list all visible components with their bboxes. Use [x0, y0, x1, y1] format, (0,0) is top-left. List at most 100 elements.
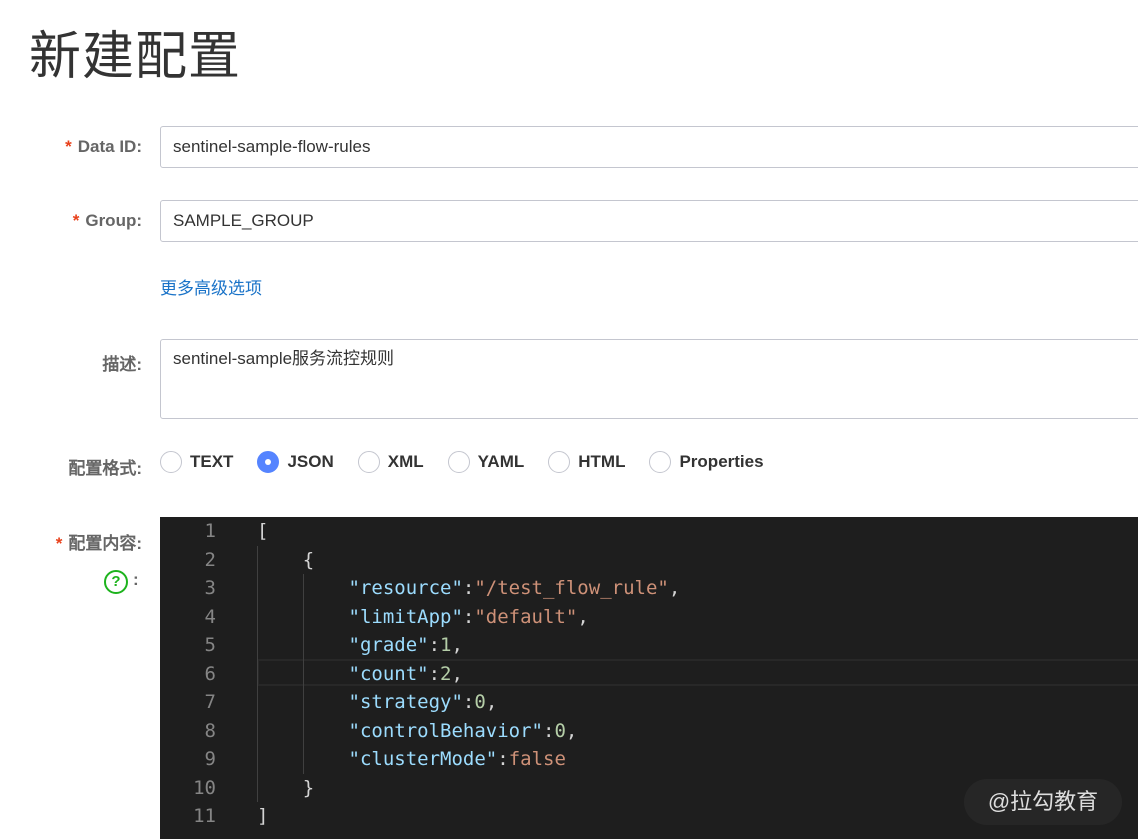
format-radio-xml[interactable]: XML: [357, 451, 424, 473]
data-id-label-text: Data ID:: [77, 137, 142, 156]
code-token: "default": [474, 605, 578, 628]
line-number: 10: [193, 776, 216, 799]
line-number: 11: [193, 805, 216, 827]
code-token: }: [302, 776, 315, 799]
code-line: 7 "strategy":0,: [160, 688, 1138, 717]
code-line: 2{: [160, 546, 1138, 575]
code-token: :: [542, 719, 555, 742]
format-radio-text[interactable]: TEXT: [160, 451, 233, 473]
code-token: "resource": [348, 577, 463, 599]
line-number: 8: [204, 719, 216, 742]
code-text: [: [257, 517, 268, 546]
code-token: :: [428, 662, 441, 685]
line-number: 1: [204, 520, 216, 542]
radio-label: Properties: [679, 452, 764, 471]
code-token: ,: [485, 691, 498, 713]
help-icon[interactable]: ?: [104, 570, 128, 594]
code-token: {: [302, 548, 315, 571]
code-token: ]: [257, 805, 269, 827]
line-number: 9: [204, 748, 216, 770]
code-token: "strategy": [348, 691, 463, 713]
group-label-text: Group:: [85, 211, 142, 230]
code-line: 6 "count":2,: [160, 660, 1138, 689]
line-number: 2: [204, 548, 216, 571]
line-number: 7: [204, 691, 216, 713]
code-token: 1: [440, 634, 452, 656]
format-radio-html[interactable]: HTML: [548, 451, 625, 473]
code-token: ,: [668, 577, 681, 599]
radio-label: YAML: [477, 452, 525, 471]
code-text: "grade":1,: [349, 631, 463, 660]
radio-circle[interactable]: [649, 451, 672, 473]
watermark: @拉勾教育: [964, 779, 1122, 825]
line-number: 6: [204, 662, 216, 685]
code-token: "/test_flow_rule": [474, 577, 669, 599]
code-line: 4 "limitApp":"default",: [160, 603, 1138, 632]
group-input[interactable]: SAMPLE_GROUP: [160, 200, 1138, 242]
format-radio-group: TEXT JSON XML YAML HTML Properties: [160, 451, 788, 473]
code-token: :: [428, 634, 441, 656]
content-label-text: 配置内容:: [68, 534, 142, 553]
code-token: ,: [577, 605, 589, 628]
help-colon: :: [133, 570, 139, 589]
line-number: 4: [204, 605, 216, 628]
line-number: 3: [204, 577, 216, 599]
code-token: "controlBehavior": [348, 719, 543, 742]
required-mark: *: [65, 137, 72, 156]
radio-label: HTML: [578, 452, 626, 471]
radio-circle[interactable]: [357, 451, 380, 473]
radio-circle[interactable]: [447, 451, 470, 473]
data-id-input[interactable]: sentinel-sample-flow-rules: [160, 126, 1138, 168]
code-text: ]: [257, 802, 268, 831]
line-number: 5: [204, 634, 216, 656]
page-title: 新建配置: [29, 28, 242, 86]
code-line: 8 "controlBehavior":0,: [160, 717, 1138, 746]
code-text: "controlBehavior":0,: [349, 717, 578, 746]
code-text: "strategy":0,: [349, 688, 498, 717]
code-token: ,: [451, 634, 463, 656]
format-radio-json[interactable]: JSON: [257, 451, 334, 473]
code-token: [: [257, 520, 269, 542]
code-token: "count": [348, 662, 429, 685]
format-radio-properties[interactable]: Properties: [649, 451, 764, 473]
required-mark: *: [55, 534, 63, 553]
description-label: 描述:: [102, 355, 142, 374]
code-text: "count":2,: [349, 660, 463, 689]
code-token: 0: [474, 691, 486, 713]
code-text: }: [303, 774, 314, 803]
radio-circle[interactable]: [160, 451, 182, 473]
radio-label: JSON: [287, 452, 334, 471]
indent-guide: [257, 545, 258, 802]
code-line: 1[: [160, 517, 1138, 546]
code-token: 0: [554, 719, 566, 742]
code-token: ,: [565, 719, 578, 742]
radio-circle[interactable]: [548, 451, 571, 473]
code-line: 3 "resource":"/test_flow_rule",: [160, 574, 1138, 603]
code-token: :: [462, 577, 475, 599]
code-token: "limitApp": [348, 605, 463, 628]
radio-circle[interactable]: [257, 451, 280, 473]
indent-guide: [302, 574, 304, 774]
code-token: 2: [440, 662, 452, 685]
radio-label: TEXT: [190, 452, 234, 471]
code-line: 5 "grade":1,: [160, 631, 1138, 660]
code-text: "resource":"/test_flow_rule",: [349, 574, 681, 603]
data-id-label: * Data ID:: [65, 137, 142, 157]
code-token: "grade": [348, 634, 429, 656]
code-token: :: [497, 748, 509, 770]
code-token: ,: [451, 662, 463, 685]
code-text: "limitApp":"default",: [349, 603, 589, 632]
description-textarea[interactable]: sentinel-sample服务流控规则: [160, 339, 1138, 419]
code-token: "clusterMode": [348, 748, 498, 770]
group-label: * Group:: [73, 211, 142, 231]
format-radio-yaml[interactable]: YAML: [447, 451, 525, 473]
code-text: "clusterMode":false: [349, 745, 566, 774]
code-text: {: [303, 546, 314, 575]
content-label: * 配置内容:: [56, 529, 142, 554]
code-token: :: [462, 691, 475, 713]
advanced-options-link[interactable]: 更多高级选项: [160, 274, 262, 299]
code-token: :: [462, 605, 475, 628]
code-token: false: [508, 748, 566, 770]
code-line: 9 "clusterMode":false: [160, 745, 1138, 774]
required-mark: *: [72, 211, 80, 230]
